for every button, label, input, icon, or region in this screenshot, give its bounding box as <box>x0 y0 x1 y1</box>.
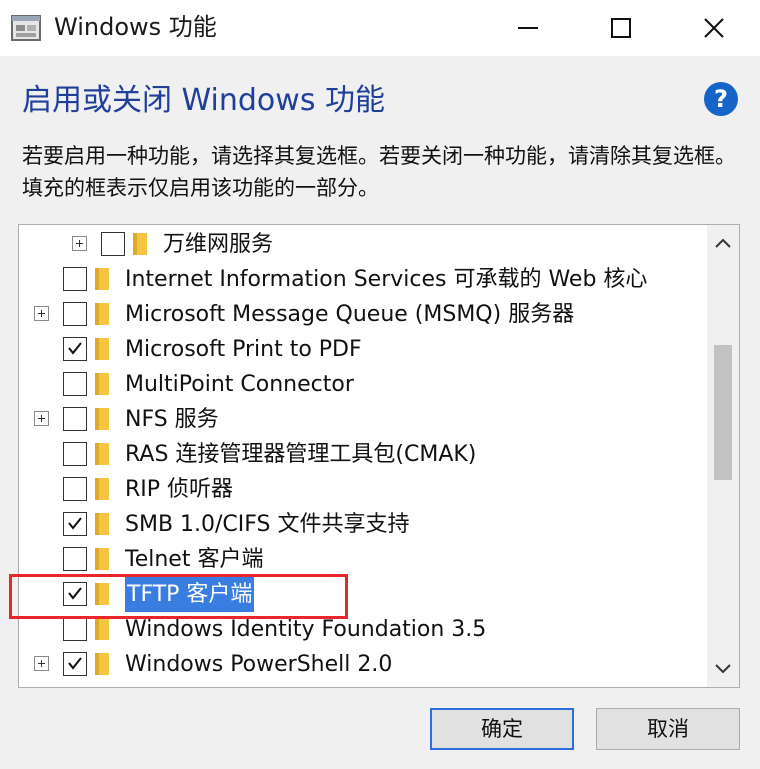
folder-icon <box>95 408 109 430</box>
checkmark-icon <box>68 657 82 670</box>
annotation-highlight-box <box>9 574 348 619</box>
folder-icon <box>95 338 109 360</box>
folder-icon <box>133 233 147 255</box>
scroll-up-button[interactable] <box>707 225 739 261</box>
feature-row[interactable]: Internet Information Services 可承载的 Web 核… <box>19 262 705 297</box>
feature-checkbox[interactable] <box>63 512 87 536</box>
checkmark-icon <box>68 517 82 530</box>
minimize-icon <box>518 27 538 29</box>
feature-label: NFS 服务 <box>125 407 219 432</box>
feature-row[interactable]: Windows PowerShell 2.0 <box>19 647 705 682</box>
feature-label: RIP 侦听器 <box>125 477 234 502</box>
folder-icon <box>95 268 109 290</box>
feature-checkbox[interactable] <box>63 302 87 326</box>
folder-icon <box>95 303 109 325</box>
feature-checkbox[interactable] <box>63 547 87 571</box>
feature-checkbox[interactable] <box>63 652 87 676</box>
minimize-button[interactable] <box>482 0 574 56</box>
windows-features-app-icon <box>11 15 41 41</box>
close-button[interactable] <box>668 0 760 56</box>
feature-row[interactable]: SMB 1.0/CIFS 文件共享支持 <box>19 507 705 542</box>
ok-button[interactable]: 确定 <box>430 708 574 750</box>
folder-icon <box>95 373 109 395</box>
maximize-icon <box>611 18 631 38</box>
feature-checkbox[interactable] <box>63 617 87 641</box>
scroll-down-button[interactable] <box>707 651 739 687</box>
feature-checkbox[interactable] <box>101 232 125 256</box>
feature-label: RAS 连接管理器管理工具包(CMAK) <box>125 442 477 467</box>
feature-label: Telnet 客户端 <box>125 547 264 572</box>
window-title: Windows 功能 <box>54 13 217 41</box>
title-bar: Windows 功能 <box>0 0 760 56</box>
feature-row[interactable]: MultiPoint Connector <box>19 367 705 402</box>
feature-label: 万维网服务 <box>163 232 274 257</box>
feature-checkbox[interactable] <box>63 477 87 501</box>
feature-checkbox[interactable] <box>63 267 87 291</box>
dialog-description: 若要启用一种功能，请选择其复选框。若要关闭一种功能，请清除其复选框。填充的框表示… <box>22 144 736 200</box>
feature-label: Microsoft Message Queue (MSMQ) 服务器 <box>125 302 575 327</box>
feature-label: MultiPoint Connector <box>125 372 354 397</box>
folder-icon <box>95 548 109 570</box>
folder-icon <box>95 478 109 500</box>
dialog-heading: 启用或关闭 Windows 功能 <box>22 83 385 118</box>
folder-icon <box>95 443 109 465</box>
feature-row[interactable]: Microsoft Print to PDF <box>19 332 705 367</box>
feature-label: Windows PowerShell 2.0 <box>125 652 393 677</box>
feature-row[interactable]: NFS 服务 <box>19 402 705 437</box>
checkmark-icon <box>68 342 82 355</box>
feature-row[interactable]: Microsoft Message Queue (MSMQ) 服务器 <box>19 297 705 332</box>
expand-icon[interactable] <box>72 236 87 251</box>
expand-icon[interactable] <box>34 306 49 321</box>
chevron-up-icon <box>715 238 731 248</box>
feature-row[interactable]: RAS 连接管理器管理工具包(CMAK) <box>19 437 705 472</box>
chevron-down-icon <box>715 664 731 674</box>
folder-icon <box>95 513 109 535</box>
maximize-button[interactable] <box>575 0 667 56</box>
cancel-button[interactable]: 取消 <box>596 708 740 750</box>
feature-row[interactable]: 万维网服务 <box>19 227 705 262</box>
feature-label: Microsoft Print to PDF <box>125 337 362 362</box>
feature-checkbox[interactable] <box>63 337 87 361</box>
help-icon[interactable]: ? <box>704 82 738 116</box>
feature-checkbox[interactable] <box>63 407 87 431</box>
feature-checkbox[interactable] <box>63 372 87 396</box>
expand-icon[interactable] <box>34 656 49 671</box>
folder-icon <box>95 653 109 675</box>
vertical-scrollbar[interactable] <box>707 225 739 687</box>
feature-row[interactable]: Telnet 客户端 <box>19 542 705 577</box>
feature-checkbox[interactable] <box>63 442 87 466</box>
folder-icon <box>95 618 109 640</box>
expand-icon[interactable] <box>34 411 49 426</box>
feature-label: SMB 1.0/CIFS 文件共享支持 <box>125 512 410 537</box>
close-icon <box>704 18 724 38</box>
feature-row[interactable]: RIP 侦听器 <box>19 472 705 507</box>
scroll-thumb[interactable] <box>714 345 732 480</box>
feature-label: Internet Information Services 可承载的 Web 核… <box>125 267 648 292</box>
